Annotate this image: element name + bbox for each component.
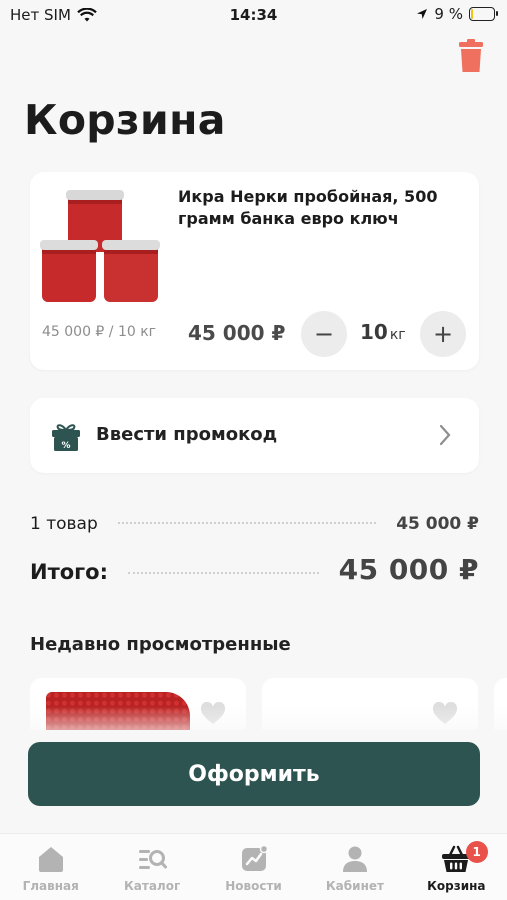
- total-value: 45 000 ₽: [338, 553, 479, 586]
- news-icon: [241, 844, 268, 871]
- tab-catalog[interactable]: Каталог: [101, 834, 202, 900]
- status-right: 9 %: [416, 5, 498, 23]
- cart-item-card: Икра Нерки пробойная, 500 грамм банка ев…: [30, 172, 479, 370]
- checkout-button[interactable]: Оформить: [28, 742, 480, 806]
- promo-code-button[interactable]: % Ввести промокод: [30, 398, 479, 473]
- promo-code-label: Ввести промокод: [96, 424, 278, 445]
- tab-label: Главная: [22, 879, 79, 893]
- quantity-number: 10: [360, 320, 388, 344]
- cart-count-badge: 1: [465, 841, 488, 863]
- page-title: Корзина: [24, 96, 226, 144]
- item-total-price: 45 000 ₽: [188, 321, 286, 345]
- tab-home[interactable]: Главная: [0, 834, 101, 900]
- gift-percent-icon: %: [52, 424, 80, 451]
- dotted-leader: [127, 572, 319, 574]
- battery-level: [471, 9, 474, 19]
- catalog-search-icon: [139, 850, 168, 869]
- tab-label: Корзина: [427, 879, 486, 893]
- total-label: Итого:: [30, 560, 108, 584]
- dotted-leader: [117, 522, 377, 524]
- tab-account[interactable]: Кабинет: [304, 834, 405, 900]
- product-name[interactable]: Икра Нерки пробойная, 500 грамм банка ев…: [178, 186, 468, 230]
- quantity-decrease-button[interactable]: −: [301, 311, 347, 357]
- tab-label: Каталог: [123, 879, 181, 893]
- battery-percent: 9 %: [434, 5, 463, 23]
- quantity-value: 10 кг: [360, 320, 406, 344]
- summary-total-row: Итого: 45 000 ₽: [30, 553, 479, 586]
- summary-items-row: 1 товар 45 000 ₽: [30, 514, 479, 534]
- bottom-tab-bar: Главная Каталог Новости Кабинет 1 Корзин…: [0, 833, 507, 900]
- quantity-unit: кг: [389, 327, 406, 343]
- tab-label: Новости: [225, 879, 282, 893]
- status-bar: Нет SIM 14:34 9 %: [0, 0, 507, 34]
- battery-icon: [469, 7, 498, 21]
- quantity-increase-button[interactable]: +: [420, 311, 466, 357]
- items-count-label: 1 товар: [30, 514, 98, 534]
- tab-cart[interactable]: 1 Корзина: [406, 834, 507, 900]
- svg-text:%: %: [61, 441, 70, 451]
- chevron-right-icon: [439, 424, 451, 446]
- location-arrow-icon: [417, 9, 428, 19]
- home-icon: [38, 847, 63, 872]
- user-icon: [342, 846, 367, 872]
- tab-news[interactable]: Новости: [203, 834, 304, 900]
- recently-viewed-title: Недавно просмотренные: [30, 634, 291, 655]
- items-subtotal: 45 000 ₽: [396, 514, 479, 534]
- trash-icon[interactable]: [457, 38, 485, 74]
- tab-label: Кабинет: [325, 879, 384, 893]
- product-image: [40, 190, 160, 302]
- unit-price: 45 000 ₽ / 10 кг: [42, 324, 157, 340]
